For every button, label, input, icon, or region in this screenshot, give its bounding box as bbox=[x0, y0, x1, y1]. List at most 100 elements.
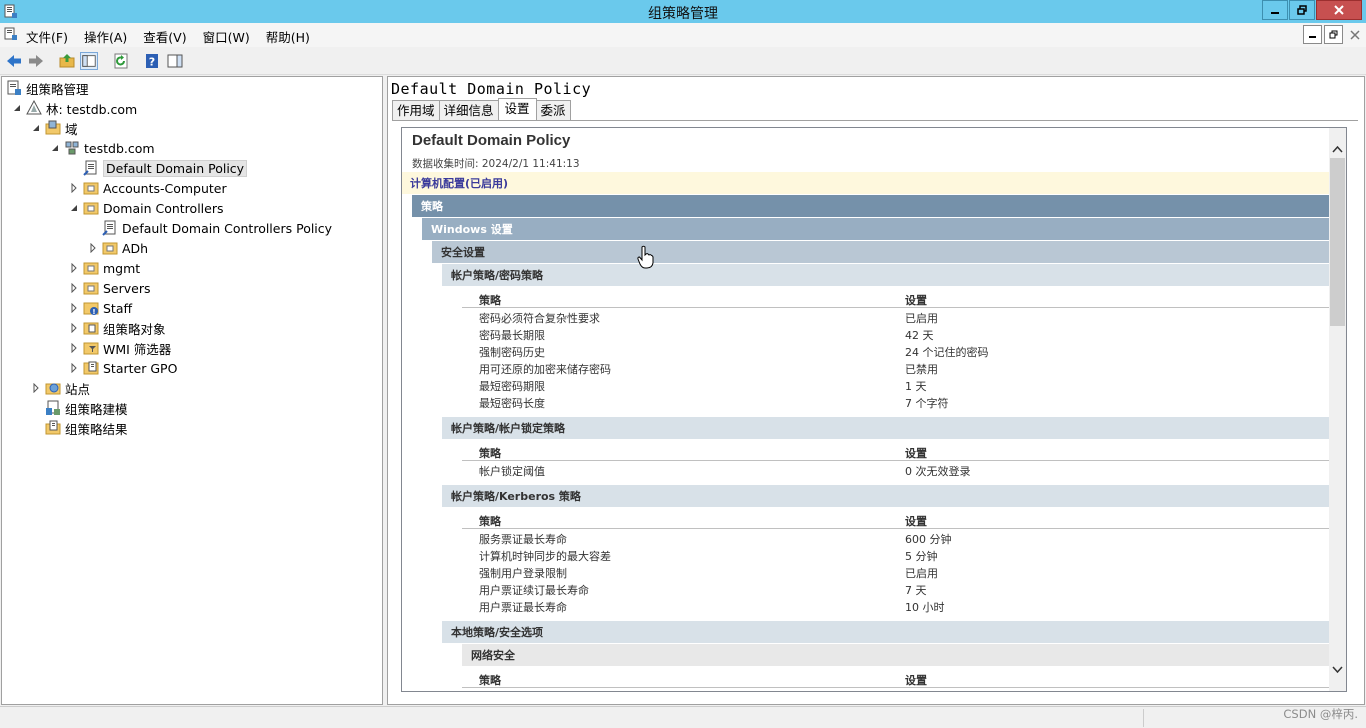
collapsed-arrow-icon[interactable] bbox=[69, 303, 79, 313]
section-header-lockout-policy[interactable]: 帐户策略/帐户锁定策略 bbox=[442, 417, 1331, 439]
domains-folder-icon bbox=[45, 120, 61, 135]
tree-item-starter-gpo[interactable]: Starter GPO bbox=[69, 358, 177, 378]
tree-item-accounts-computer[interactable]: Accounts-Computer bbox=[69, 178, 227, 198]
tree-item-label: 组策略对象 bbox=[103, 321, 166, 337]
action-pane-icon[interactable] bbox=[166, 52, 184, 70]
help-icon[interactable]: ? bbox=[143, 52, 161, 70]
tree-item-label: 组策略建模 bbox=[65, 401, 128, 417]
tree-item-label: Starter GPO bbox=[103, 360, 178, 376]
collapsed-arrow-icon[interactable] bbox=[31, 383, 41, 393]
system-menu-icon[interactable] bbox=[4, 27, 18, 41]
expanded-arrow-icon[interactable] bbox=[50, 143, 60, 153]
report-title: Default Domain Policy bbox=[412, 132, 571, 149]
settings-report[interactable]: Default Domain Policy 数据收集时间: 2024/2/1 1… bbox=[401, 127, 1347, 692]
gpo-title: Default Domain Policy bbox=[391, 80, 592, 98]
collapsed-arrow-icon[interactable] bbox=[69, 363, 79, 373]
policy-name: 服务票证最长寿命 bbox=[479, 533, 567, 546]
security-settings-header[interactable]: 安全设置 bbox=[432, 241, 1331, 263]
computer-config-header[interactable]: 计算机配置(已启用) bbox=[402, 172, 1331, 194]
child-close-button[interactable] bbox=[1345, 25, 1364, 44]
close-icon bbox=[1349, 29, 1360, 40]
restore-button[interactable] bbox=[1289, 0, 1315, 20]
expanded-arrow-icon[interactable] bbox=[69, 203, 79, 213]
close-button[interactable] bbox=[1316, 0, 1362, 20]
forward-arrow-icon[interactable] bbox=[27, 52, 45, 70]
section-header-password-policy[interactable]: 帐户策略/密码策略 bbox=[442, 264, 1331, 286]
policy-name: 用户票证续订最长寿命 bbox=[479, 584, 589, 597]
section-header-kerberos-policy[interactable]: 帐户策略/Kerberos 策略 bbox=[442, 485, 1331, 507]
scroll-up-icon[interactable] bbox=[1332, 144, 1343, 155]
tree-item-gp-modeling[interactable]: 组策略建模 bbox=[31, 398, 128, 418]
windows-settings-header[interactable]: Windows 设置 bbox=[422, 218, 1331, 240]
show-hide-tree-icon[interactable] bbox=[80, 52, 98, 70]
policy-value: 已启用 bbox=[905, 312, 938, 325]
tree-item-forest[interactable]: 林: testdb.com bbox=[12, 98, 137, 118]
tab-details[interactable]: 详细信息 bbox=[438, 100, 499, 120]
tree-item-domain-controllers[interactable]: Domain Controllers bbox=[69, 198, 223, 218]
child-minimize-button[interactable] bbox=[1303, 25, 1322, 44]
tree-item-adh[interactable]: ADh bbox=[88, 238, 148, 258]
tree-item-sites[interactable]: 站点 bbox=[31, 378, 90, 398]
forest-icon bbox=[26, 100, 42, 115]
policy-name: 最短密码期限 bbox=[479, 380, 545, 393]
restore-icon bbox=[1329, 30, 1338, 39]
scrollbar-thumb[interactable] bbox=[1330, 158, 1345, 326]
ou-folder-icon bbox=[102, 242, 118, 255]
policies-header[interactable]: 策略 bbox=[412, 195, 1331, 217]
tree-item-servers[interactable]: Servers bbox=[69, 278, 151, 298]
tree-item-gp-results[interactable]: 组策略结果 bbox=[31, 418, 128, 438]
collapsed-arrow-icon[interactable] bbox=[88, 243, 98, 253]
tree-item-default-dc-policy[interactable]: Default Domain Controllers Policy bbox=[88, 218, 332, 238]
report-scrollbar[interactable] bbox=[1329, 128, 1346, 691]
menu-action[interactable]: 操作(A) bbox=[84, 27, 127, 46]
collapsed-arrow-icon[interactable] bbox=[69, 343, 79, 353]
collapsed-arrow-icon[interactable] bbox=[69, 323, 79, 333]
svg-text:!: ! bbox=[92, 308, 95, 316]
expanded-arrow-icon[interactable] bbox=[31, 123, 41, 133]
section-header-security-options[interactable]: 本地策略/安全选项 bbox=[442, 621, 1331, 643]
tab-settings[interactable]: 设置 bbox=[497, 98, 537, 120]
tree-item-domains[interactable]: 域 bbox=[31, 118, 78, 138]
child-restore-button[interactable] bbox=[1324, 25, 1343, 44]
collapsed-arrow-icon[interactable] bbox=[69, 263, 79, 273]
tree-item-default-domain-policy[interactable]: Default Domain Policy bbox=[69, 158, 248, 178]
collapsed-arrow-icon[interactable] bbox=[69, 283, 79, 293]
column-header-policy: 策略 bbox=[479, 674, 501, 687]
tree-item-gpmc-root[interactable]: 组策略管理 bbox=[6, 78, 89, 98]
tab-scope[interactable]: 作用域 bbox=[392, 100, 440, 120]
policy-value: 已启用 bbox=[905, 567, 938, 580]
wmi-filter-icon bbox=[83, 342, 99, 355]
collapsed-arrow-icon[interactable] bbox=[69, 183, 79, 193]
policy-name: 密码必须符合复杂性要求 bbox=[479, 312, 600, 325]
menu-window[interactable]: 窗口(W) bbox=[203, 27, 250, 46]
expanded-arrow-icon[interactable] bbox=[12, 103, 22, 113]
policy-value: 10 小时 bbox=[905, 601, 945, 614]
minimize-button[interactable] bbox=[1262, 0, 1288, 20]
menu-file[interactable]: 文件(F) bbox=[26, 27, 68, 46]
tree-item-label: 站点 bbox=[65, 381, 91, 397]
tree-item-mgmt[interactable]: mgmt bbox=[69, 258, 140, 278]
gpo-link-icon bbox=[83, 160, 97, 176]
tree-item-domain[interactable]: testdb.com bbox=[50, 138, 155, 158]
column-header-setting: 设置 bbox=[905, 294, 927, 307]
policy-name: 用户票证最长寿命 bbox=[479, 601, 567, 614]
menu-view[interactable]: 查看(V) bbox=[143, 27, 186, 46]
menu-bar: 文件(F) 操作(A) 查看(V) 窗口(W) 帮助(H) bbox=[0, 23, 1366, 47]
menu-help[interactable]: 帮助(H) bbox=[266, 27, 310, 46]
gp-results-icon bbox=[45, 420, 61, 435]
subsection-header-network-security[interactable]: 网络安全 bbox=[462, 644, 1331, 666]
tree-item-label: ADh bbox=[122, 240, 149, 256]
policy-value: 7 个字符 bbox=[905, 397, 949, 410]
policy-value: 0 次无效登录 bbox=[905, 465, 971, 478]
tree-item-staff[interactable]: ! Staff bbox=[69, 298, 132, 318]
back-arrow-icon[interactable] bbox=[5, 52, 23, 70]
tab-delegation[interactable]: 委派 bbox=[535, 100, 571, 120]
header-divider bbox=[462, 307, 1331, 308]
tree-item-gpo-objects[interactable]: 组策略对象 bbox=[69, 318, 166, 338]
tree-item-wmi-filters[interactable]: WMI 筛选器 bbox=[69, 338, 171, 358]
console-tree: 组策略管理 林: testdb.com 域 testdb.com Default… bbox=[1, 76, 383, 705]
up-folder-icon[interactable] bbox=[58, 52, 76, 70]
minimize-icon bbox=[1271, 12, 1279, 14]
refresh-icon[interactable] bbox=[112, 52, 130, 70]
scroll-down-icon[interactable] bbox=[1332, 664, 1343, 675]
